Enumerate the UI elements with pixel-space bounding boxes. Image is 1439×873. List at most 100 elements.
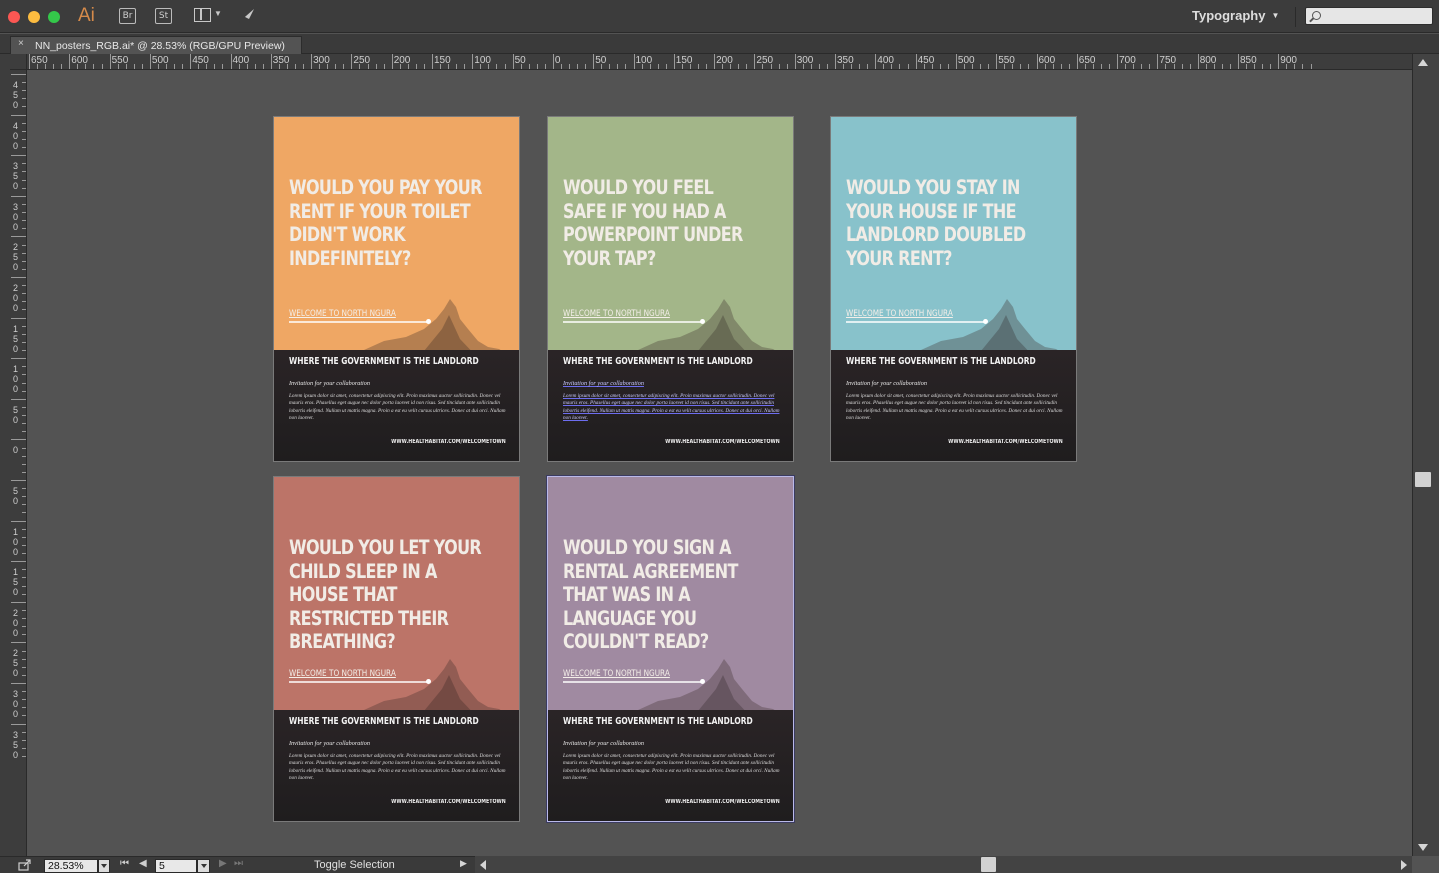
ruler-tick	[22, 731, 26, 733]
arrange-documents-icon	[194, 8, 211, 22]
poster-info-panel: WHERE THE GOVERNMENT IS THE LANDLORD Inv…	[831, 350, 1076, 461]
first-artboard-button[interactable]: ⏮	[120, 858, 129, 869]
status-menu-arrow-icon[interactable]: ▶	[460, 858, 467, 869]
ruler-minor-tick	[198, 64, 200, 69]
ruler-minor-tick	[1302, 64, 1304, 69]
ruler-major-tick	[754, 54, 756, 69]
ruler-minor-tick	[1246, 64, 1248, 69]
ruler-label: 150	[12, 567, 18, 598]
poster-invitation-text: Invitation for your collaboration	[289, 740, 370, 747]
zoom-dropdown-button[interactable]	[98, 859, 110, 873]
ruler-minor-tick	[1286, 64, 1288, 69]
ruler-major-tick	[1197, 54, 1199, 69]
ruler-minor-tick	[1004, 64, 1006, 69]
ruler-major-tick	[1117, 54, 1119, 69]
ruler-minor-tick	[423, 64, 425, 69]
artboard-dropdown-button[interactable]	[197, 859, 210, 873]
share-icon[interactable]	[18, 859, 32, 871]
artboard-poster[interactable]: Would you stay in your house if the land…	[831, 117, 1076, 461]
ruler-origin[interactable]	[10, 54, 27, 70]
ruler-tick	[22, 366, 26, 368]
ruler-tick	[22, 658, 26, 660]
ruler-minor-tick	[939, 64, 941, 69]
poster-invitation-text: Invitation for your collaboration	[563, 740, 644, 747]
poster-landlord-text: WHERE THE GOVERNMENT IS THE LANDLORD	[563, 356, 753, 367]
artboard-poster[interactable]: Would you let your child sleep in a hous…	[274, 477, 519, 821]
ruler-minor-tick	[1052, 64, 1054, 69]
ruler-tick	[22, 163, 26, 165]
horizontal-scrollbar[interactable]	[475, 856, 1412, 873]
ruler-tick	[22, 553, 26, 555]
ruler-tick	[22, 447, 26, 449]
previous-artboard-button[interactable]: ◀	[139, 858, 147, 869]
zoom-level-field[interactable]: 28.53%	[44, 859, 98, 873]
ruler-tick	[22, 455, 26, 457]
poster-body-text: Lorem ipsum dolor sit amet, consectetur …	[846, 393, 1063, 422]
ruler-major-tick	[472, 54, 474, 69]
vertical-scrollbar[interactable]	[1412, 54, 1439, 856]
ruler-minor-tick	[1092, 64, 1094, 69]
maximize-window-button[interactable]	[48, 11, 60, 23]
minimize-window-button[interactable]	[28, 11, 40, 23]
scroll-left-icon[interactable]	[480, 860, 486, 870]
status-toggle-selection[interactable]: Toggle Selection	[314, 859, 395, 871]
ruler-minor-tick	[375, 64, 377, 69]
left-gutter	[0, 54, 10, 856]
ruler-minor-tick	[657, 64, 659, 69]
ruler-minor-tick	[1294, 64, 1296, 69]
ruler-tick	[11, 520, 26, 522]
gpu-performance-icon[interactable]	[236, 7, 256, 25]
scroll-right-icon[interactable]	[1401, 860, 1407, 870]
ruler-minor-tick	[37, 64, 39, 69]
vertical-ruler[interactable]: 450 400 350 300 250 200 150 100 50 0 50 100 150 200 25…	[10, 70, 27, 856]
poster-question: Would you sign a rental agreement that w…	[563, 536, 738, 653]
close-window-button[interactable]	[8, 11, 20, 23]
horizontal-ruler[interactable]: 650 600 550 500 450 400 350 300 250 200 150 100 50 0 5…	[27, 54, 1412, 70]
search-input[interactable]	[1305, 7, 1433, 25]
ruler-minor-tick	[101, 64, 103, 69]
ruler-minor-tick	[85, 64, 87, 69]
artboard-number-field[interactable]: 5	[155, 859, 197, 873]
workspace-switcher[interactable]: Typography ▼	[1192, 8, 1279, 23]
document-tab[interactable]: × NN_posters_RGB.ai* @ 28.53% (RGB/GPU P…	[10, 36, 302, 54]
artboard-canvas[interactable]: Would you pay your rent if your toilet d…	[27, 70, 1412, 856]
ruler-tick	[22, 471, 26, 473]
ruler-tick	[11, 114, 26, 116]
ruler-tick	[22, 528, 26, 530]
ruler-minor-tick	[1173, 64, 1175, 69]
next-artboard-button[interactable]: ▶	[219, 858, 227, 869]
artboard-poster[interactable]: Would you pay your rent if your toilet d…	[274, 117, 519, 461]
ruler-major-tick	[109, 54, 111, 69]
ruler-minor-tick	[359, 64, 361, 69]
ruler-minor-tick	[335, 64, 337, 69]
ruler-label: 200	[12, 607, 18, 638]
ruler-tick	[22, 98, 26, 100]
artboard-poster[interactable]: Would you feel safe if you had a powerpo…	[548, 117, 793, 461]
ruler-minor-tick	[206, 64, 208, 69]
horizontal-scroll-thumb[interactable]	[981, 857, 996, 872]
ruler-minor-tick	[166, 64, 168, 69]
stock-button[interactable]: St	[155, 8, 172, 24]
scroll-up-icon[interactable]	[1418, 59, 1428, 66]
ruler-tick	[22, 536, 26, 538]
artboard-poster[interactable]: Would you sign a rental agreement that w…	[548, 477, 793, 821]
ruler-tick	[22, 496, 26, 498]
ruler-minor-tick	[585, 64, 587, 69]
ruler-minor-tick	[931, 64, 933, 69]
close-tab-icon[interactable]: ×	[18, 38, 24, 49]
ruler-minor-tick	[133, 64, 135, 69]
ruler-major-tick	[29, 54, 30, 69]
vertical-scroll-thumb[interactable]	[1415, 472, 1431, 487]
ruler-label: 350	[12, 729, 18, 760]
bridge-button[interactable]: Br	[119, 8, 136, 24]
ruler-minor-tick	[689, 64, 691, 69]
ruler-minor-tick	[867, 64, 869, 69]
arrange-documents-button[interactable]: ▼	[194, 7, 222, 25]
ruler-minor-tick	[303, 64, 305, 69]
ruler-minor-tick	[1189, 64, 1191, 69]
ruler-minor-tick	[972, 64, 974, 69]
ruler-tick	[22, 577, 26, 579]
scroll-down-icon[interactable]	[1418, 844, 1428, 851]
ruler-minor-tick	[125, 64, 127, 69]
last-artboard-button[interactable]: ⏭	[234, 858, 243, 869]
